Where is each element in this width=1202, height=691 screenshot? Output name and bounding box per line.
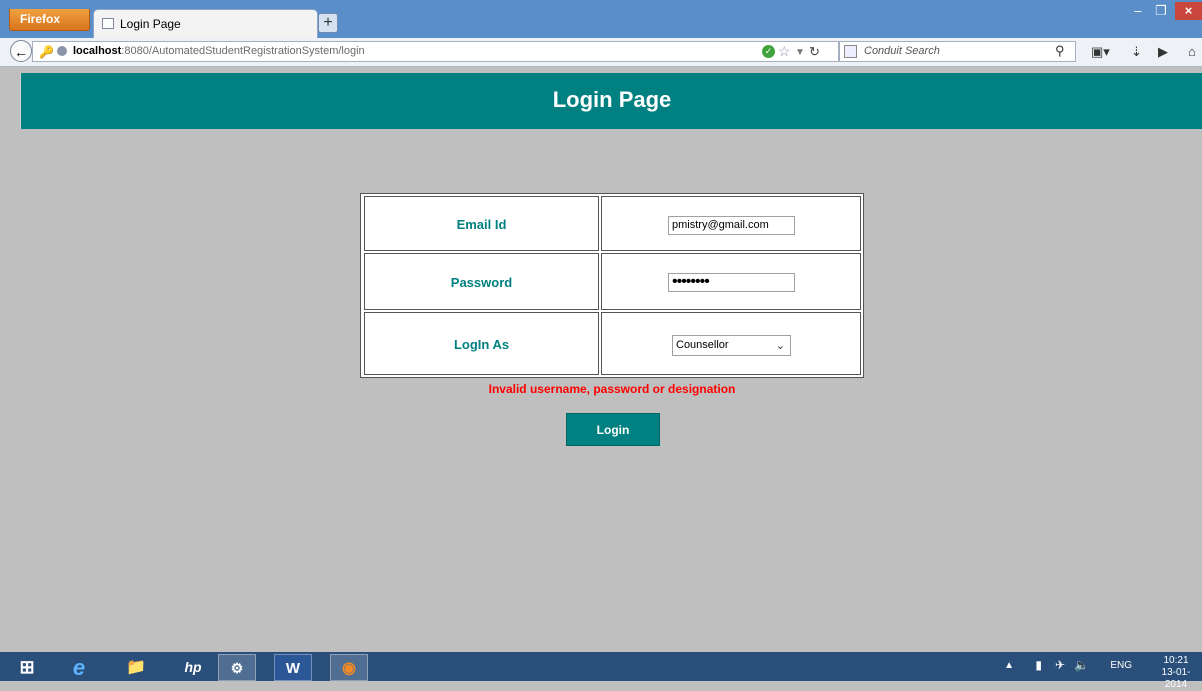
- chevron-down-icon: ⌄: [775, 340, 785, 352]
- history-dropdown-icon[interactable]: ▼: [795, 43, 805, 62]
- check-icon[interactable]: ✓: [762, 45, 775, 58]
- search-input[interactable]: Conduit Search: [864, 45, 940, 57]
- search-icon[interactable]: ⚲: [1055, 43, 1065, 59]
- close-icon[interactable]: ×: [1175, 2, 1202, 20]
- language-indicator[interactable]: ENG: [1110, 660, 1132, 671]
- designation-selected-value: Counsellor: [676, 339, 729, 351]
- navigation-bar: ← 🔑 localhost:8080/AutomatedStudentRegis…: [0, 38, 1202, 67]
- page-header: Login Page: [20, 73, 1202, 129]
- battery-icon[interactable]: ▮: [1035, 658, 1042, 672]
- home-icon[interactable]: ⌂: [1188, 44, 1196, 59]
- email-label-cell: Email Id: [364, 196, 599, 251]
- password-label-cell: Password: [364, 253, 599, 310]
- clock[interactable]: 10:21 13-01-2014: [1154, 655, 1198, 691]
- globe-icon: [57, 46, 67, 56]
- hp-icon[interactable]: hp: [174, 654, 212, 681]
- clock-date: 13-01-2014: [1161, 667, 1191, 690]
- login-form: Email Id pmistry@gmail.com Password ••••…: [360, 193, 864, 378]
- word-icon[interactable]: W: [274, 654, 312, 681]
- email-input-cell: pmistry@gmail.com: [601, 196, 861, 251]
- login-as-select-cell: Counsellor ⌄: [601, 312, 861, 375]
- search-engine-icon[interactable]: [844, 45, 857, 58]
- windows-start-icon[interactable]: ⊞: [8, 654, 46, 681]
- minimize-icon[interactable]: –: [1127, 2, 1149, 20]
- designation-select[interactable]: Counsellor ⌄: [672, 335, 791, 356]
- reload-icon[interactable]: ↻: [809, 42, 820, 61]
- clock-time: 10:21: [1163, 655, 1189, 666]
- back-arrow-icon[interactable]: ←: [10, 40, 32, 62]
- file-explorer-icon[interactable]: 📁: [117, 654, 155, 681]
- download-icon[interactable]: ⇣: [1131, 44, 1142, 60]
- page-icon: [102, 18, 114, 29]
- login-button[interactable]: Login: [566, 413, 660, 446]
- firefox-menu-button[interactable]: Firefox: [9, 9, 90, 31]
- firefox-icon[interactable]: ◉: [330, 654, 368, 681]
- java-ide-icon[interactable]: ⚙: [218, 654, 256, 681]
- taskbar: ⊞ e 📁 hp ⚙ W ◉ ▲ ▮ ✈ 🔈 ENG 10:21 13-01-2…: [0, 652, 1202, 690]
- site-identity-icon[interactable]: 🔑: [39, 43, 54, 62]
- error-message: Invalid username, password or designatio…: [488, 382, 736, 396]
- volume-icon[interactable]: 🔈: [1074, 658, 1089, 672]
- url-text[interactable]: localhost:8080/AutomatedStudentRegistrat…: [73, 42, 365, 61]
- show-hidden-icons-icon[interactable]: ▲: [1004, 660, 1014, 671]
- browser-titlebar: Firefox Login Page + – ❐ ×: [0, 0, 1202, 38]
- tab-login-page[interactable]: Login Page: [93, 9, 318, 38]
- page-title: Login Page: [552, 87, 672, 112]
- password-field[interactable]: ••••••••: [668, 273, 795, 292]
- email-label: Email Id: [456, 217, 507, 232]
- bookmark-star-icon[interactable]: ☆: [778, 42, 791, 61]
- toolbar-widget-icon[interactable]: ▣▾: [1091, 44, 1110, 60]
- airplane-mode-icon[interactable]: ✈: [1055, 658, 1065, 672]
- tab-title: Login Page: [120, 17, 181, 31]
- restore-icon[interactable]: ❐: [1149, 2, 1173, 20]
- youtube-icon[interactable]: ▶: [1158, 44, 1168, 60]
- login-as-label: LogIn As: [453, 337, 510, 352]
- password-label: Password: [450, 275, 513, 290]
- new-tab-button[interactable]: +: [318, 13, 338, 33]
- login-as-label-cell: LogIn As: [364, 312, 599, 375]
- search-bar[interactable]: Conduit Search ⚲: [839, 41, 1076, 62]
- internet-explorer-icon[interactable]: e: [60, 654, 98, 681]
- email-field[interactable]: pmistry@gmail.com: [668, 216, 795, 235]
- address-bar[interactable]: 🔑 localhost:8080/AutomatedStudentRegistr…: [32, 41, 839, 62]
- password-input-cell: ••••••••: [601, 253, 861, 310]
